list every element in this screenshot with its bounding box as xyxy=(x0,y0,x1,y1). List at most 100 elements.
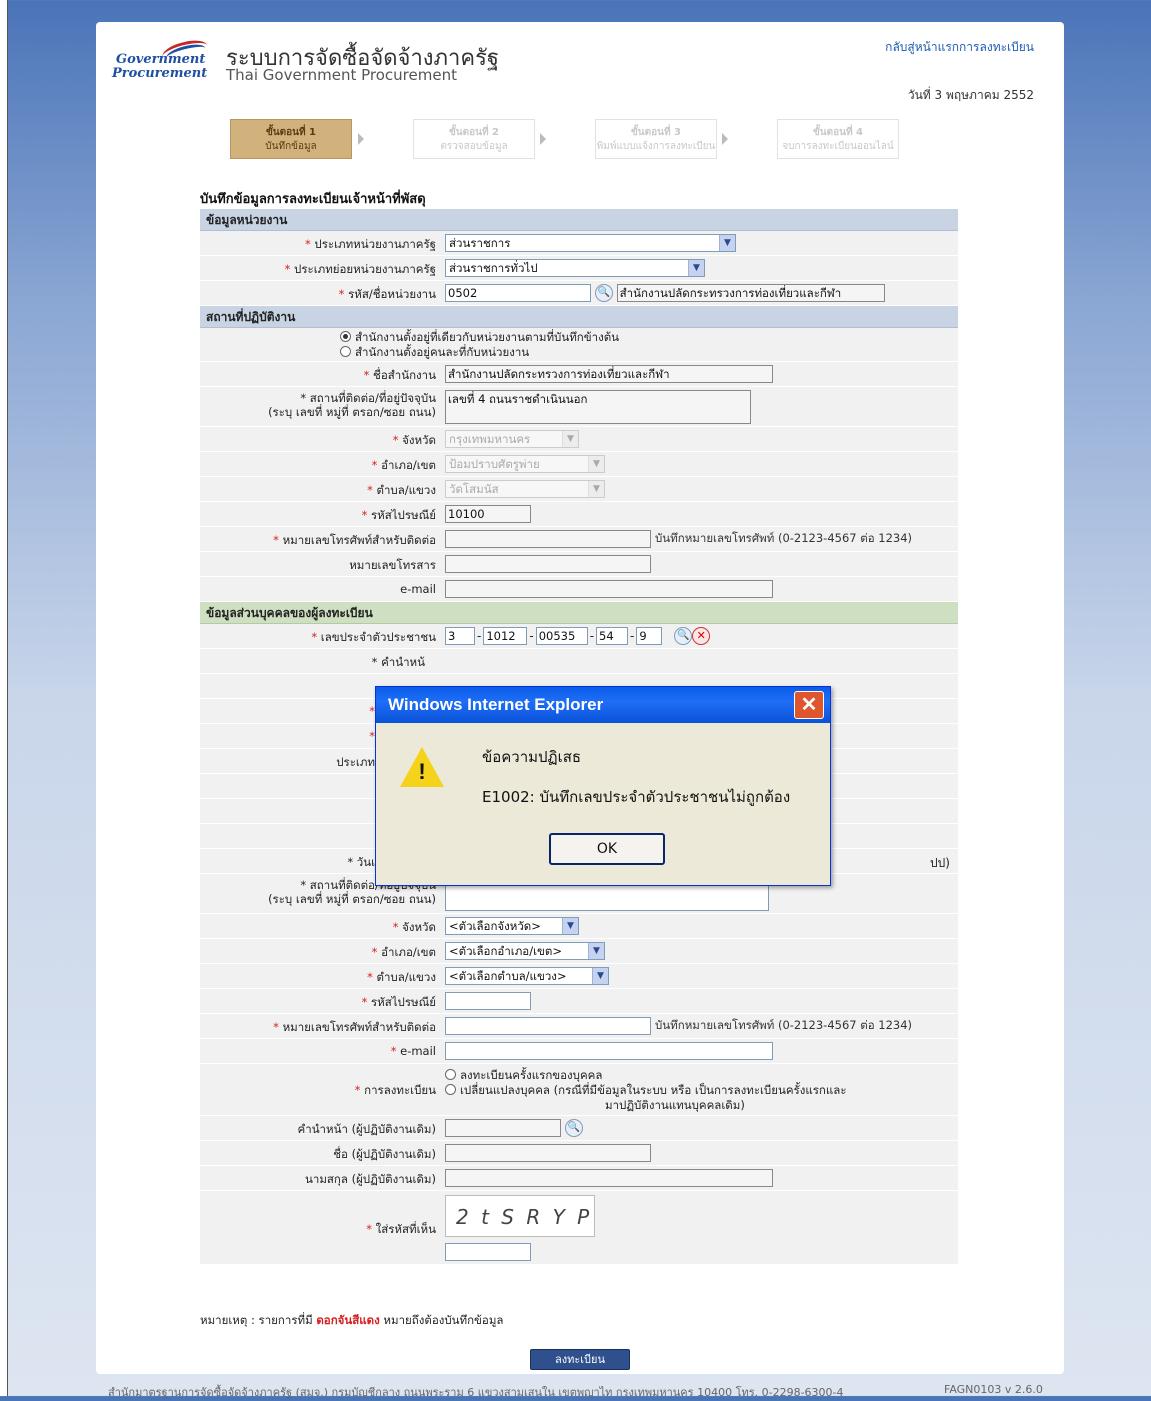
required-mark: * xyxy=(361,508,371,522)
old-name-row: ชื่อ (ผู้ปฏิบัติงานเดิม) xyxy=(200,1141,958,1166)
prefix-row: * คำนำหน้ xyxy=(200,649,958,674)
prefix-label-fragment: * คำนำหน้ xyxy=(371,655,425,669)
citizen-id-part-3[interactable]: 00535 xyxy=(535,627,588,645)
personal-email-row: * e-mail xyxy=(200,1039,958,1064)
site-title-english: Thai Government Procurement xyxy=(226,66,457,84)
gprocurement-logo: Government Procurement xyxy=(106,36,216,90)
captcha-image: 2 t S R Y P xyxy=(445,1195,595,1237)
agency-name-field: สำนักงานปลัดกระทรวงการท่องเที่ยวและกีฬา xyxy=(616,284,885,302)
back-to-registration-home-link[interactable]: กลับสู่หน้าแรกการลงทะเบียน xyxy=(885,38,1034,57)
captcha-input[interactable] xyxy=(445,1243,531,1261)
citizen-id-part-1[interactable]: 3 xyxy=(445,627,475,645)
required-mark: * xyxy=(284,262,295,276)
personal-email-input[interactable] xyxy=(445,1042,773,1060)
workplace-phone-label: หมายเลขโทรศัพท์สำหรับติดต่อ xyxy=(282,533,436,547)
workplace-email-field xyxy=(445,580,773,598)
personal-phone-label: หมายเลขโทรศัพท์สำหรับติดต่อ xyxy=(282,1020,436,1034)
personal-subdistrict-select[interactable]: <ตัวเลือกตำบล/แขวง> ▼ xyxy=(445,967,609,985)
workplace-fax-row: หมายเลขโทรสาร xyxy=(200,552,958,577)
required-mark: * xyxy=(311,630,321,644)
personal-district-select[interactable]: <ตัวเลือกอำเภอ/เขต> ▼ xyxy=(445,942,605,960)
personal-province-select[interactable]: <ตัวเลือกจังหวัด> ▼ xyxy=(445,917,579,935)
required-mark: * xyxy=(366,1222,376,1236)
workplace-phone-hint: บันทึกหมายเลขโทรศัพท์ (0-2123-4567 ต่อ 1… xyxy=(655,531,913,545)
personal-subdistrict-row: * ตำบล/แขวง <ตัวเลือกตำบล/แขวง> ▼ xyxy=(200,964,958,989)
form-title: บันทึกข้อมูลการลงทะเบียนเจ้าหน้าที่พัสดุ xyxy=(200,192,426,207)
registration-radio-first[interactable]: ลงทะเบียนครั้งแรกของบุคคล xyxy=(445,1068,847,1083)
registration-radio-change[interactable]: เปลี่ยนแปลงบุคคล (กรณีที่มีข้อมูลในระบบ … xyxy=(445,1083,847,1098)
workplace-subdistrict-label: ตำบล/แขวง xyxy=(376,483,437,497)
old-name-label: ชื่อ (ผู้ปฏิบัติงานเดิม) xyxy=(333,1147,436,1161)
citizen-id-part-5[interactable]: 9 xyxy=(636,627,663,645)
workplace-email-row: e-mail xyxy=(200,577,958,602)
workplace-address-row: * สถานที่ติดต่อ/ที่อยู่ปัจจุบัน (ระบุ เลข… xyxy=(200,387,958,427)
chevron-down-icon: ▼ xyxy=(719,235,735,251)
required-mark: * xyxy=(354,1083,365,1097)
error-dialog: Windows Internet Explorer ✕ ! ข้อความปฏิ… xyxy=(375,686,831,886)
step-1-title: ขั้นตอนที่ 1 xyxy=(265,127,317,138)
dialog-heading: ข้อความปฏิเสธ xyxy=(482,748,582,766)
logo-line2: Procurement xyxy=(112,66,208,81)
birthdate-hint-fragment: ปป) xyxy=(930,856,950,870)
step-3: ขั้นตอนที่ 3 พิมพ์แบบแจ้งการลงทะเบียน xyxy=(595,119,717,159)
personal-email-label: e-mail xyxy=(400,1044,436,1058)
step-2-desc: ตรวจสอบข้อมูล xyxy=(440,141,508,152)
workplace-address-label: สถานที่ติดต่อ/ที่อยู่ปัจจุบัน xyxy=(309,391,436,405)
personal-subdistrict-value: <ตัวเลือกตำบล/แขวง> xyxy=(449,969,567,983)
personal-postcode-input[interactable] xyxy=(445,992,531,1010)
agency-subtype-select[interactable]: ส่วนราชการทั่วไป ▼ xyxy=(445,259,705,277)
personal-province-row: * จังหวัด <ตัวเลือกจังหวัด> ▼ xyxy=(200,914,958,939)
current-date: วันที่ 3 พฤษภาคม 2552 xyxy=(907,88,1034,102)
id-separator: - xyxy=(529,629,534,643)
personal-phone-input[interactable] xyxy=(445,1017,651,1035)
workplace-province-row: * จังหวัด กรุงเทพมหานคร ▼ xyxy=(200,427,958,452)
registration-radio-change-label: เปลี่ยนแปลงบุคคล (กรณีที่มีข้อมูลในระบบ … xyxy=(460,1083,847,1097)
agency-code-label: รหัส/ชื่อหน่วยงาน xyxy=(348,287,436,301)
agency-code-input[interactable]: 0502 xyxy=(445,284,591,302)
search-icon[interactable]: 🔍 xyxy=(674,627,693,645)
required-mark: * xyxy=(371,458,382,472)
personal-phone-hint: บันทึกหมายเลขโทรศัพท์ (0-2123-4567 ต่อ 1… xyxy=(655,1018,913,1032)
required-mark: * xyxy=(371,945,382,959)
required-mark: * xyxy=(392,920,403,934)
step-4: ขั้นตอนที่ 4 จบการลงทะเบียนออนไลน์ xyxy=(777,119,899,159)
agency-type-select[interactable]: ส่วนราชการ ▼ xyxy=(445,234,736,252)
search-icon[interactable]: 🔍 xyxy=(594,284,613,302)
step-2: ขั้นตอนที่ 2 ตรวจสอบข้อมูล xyxy=(413,119,535,159)
citizen-id-part-4[interactable]: 54 xyxy=(596,627,629,645)
ok-button[interactable]: OK xyxy=(549,833,665,865)
workplace-radio-same[interactable]: สำนักงานตั้งอยู่ที่เดียวกับหน่วยงานตามที… xyxy=(340,330,619,345)
close-icon[interactable]: ✕ xyxy=(794,691,824,719)
dialog-titlebar[interactable]: Windows Internet Explorer xyxy=(376,687,830,723)
workplace-radio-different-label: สำนักงานตั้งอยู่คนละที่กับหน่วยงาน xyxy=(355,345,530,359)
workplace-district-select: ป้อมปราบศัตรูพ่าย ▼ xyxy=(445,455,605,473)
personal-district-value: <ตัวเลือกอำเภอ/เขต> xyxy=(449,944,562,958)
chevron-down-icon: ▼ xyxy=(688,260,704,276)
workplace-postcode-label: รหัสไปรษณีย์ xyxy=(370,508,436,522)
citizen-id-label: เลขประจำตัวประชาชน xyxy=(320,630,436,644)
agency-subtype-label: ประเภทย่อยหน่วยงานภาครัฐ xyxy=(294,262,436,276)
workplace-radio-different[interactable]: สำนักงานตั้งอยู่คนละที่กับหน่วยงาน xyxy=(340,345,619,360)
registration-radio-first-label: ลงทะเบียนครั้งแรกของบุคคล xyxy=(460,1068,603,1082)
old-surname-row: นามสกุล (ผู้ปฏิบัติงานเดิม) xyxy=(200,1166,958,1191)
old-prefix-label: คำนำหน้า (ผู้ปฏิบัติงานเดิม) xyxy=(297,1122,436,1136)
register-button[interactable]: ลงทะเบียน xyxy=(530,1349,630,1370)
section-agency-header: ข้อมูลหน่วยงาน xyxy=(200,209,958,231)
personal-postcode-label: รหัสไปรษณีย์ xyxy=(370,995,436,1009)
old-prefix-field xyxy=(445,1119,561,1137)
section-workplace-header: สถานที่ปฏิบัติงาน xyxy=(200,306,958,328)
old-surname-field xyxy=(445,1169,773,1187)
workplace-province-value: กรุงเทพมหานคร xyxy=(449,432,531,446)
workplace-district-value: ป้อมปราบศัตรูพ่าย xyxy=(449,457,540,471)
agency-subtype-value: ส่วนราชการทั่วไป xyxy=(449,261,538,275)
workplace-fax-field xyxy=(445,555,651,573)
step-arrow-icon xyxy=(358,133,364,145)
workplace-province-label: จังหวัด xyxy=(402,433,436,447)
step-3-desc: พิมพ์แบบแจ้งการลงทะเบียน xyxy=(596,141,716,152)
clear-icon[interactable]: ✕ xyxy=(692,627,711,645)
personal-address-sublabel: (ระบุ เลขที่ หมู่ที่ ตรอก/ซอย ถนน) xyxy=(268,892,436,906)
required-mark: * xyxy=(338,287,349,301)
citizen-id-part-2[interactable]: 1012 xyxy=(483,627,528,645)
required-mark: * xyxy=(305,237,315,251)
search-icon[interactable]: 🔍 xyxy=(564,1119,583,1137)
